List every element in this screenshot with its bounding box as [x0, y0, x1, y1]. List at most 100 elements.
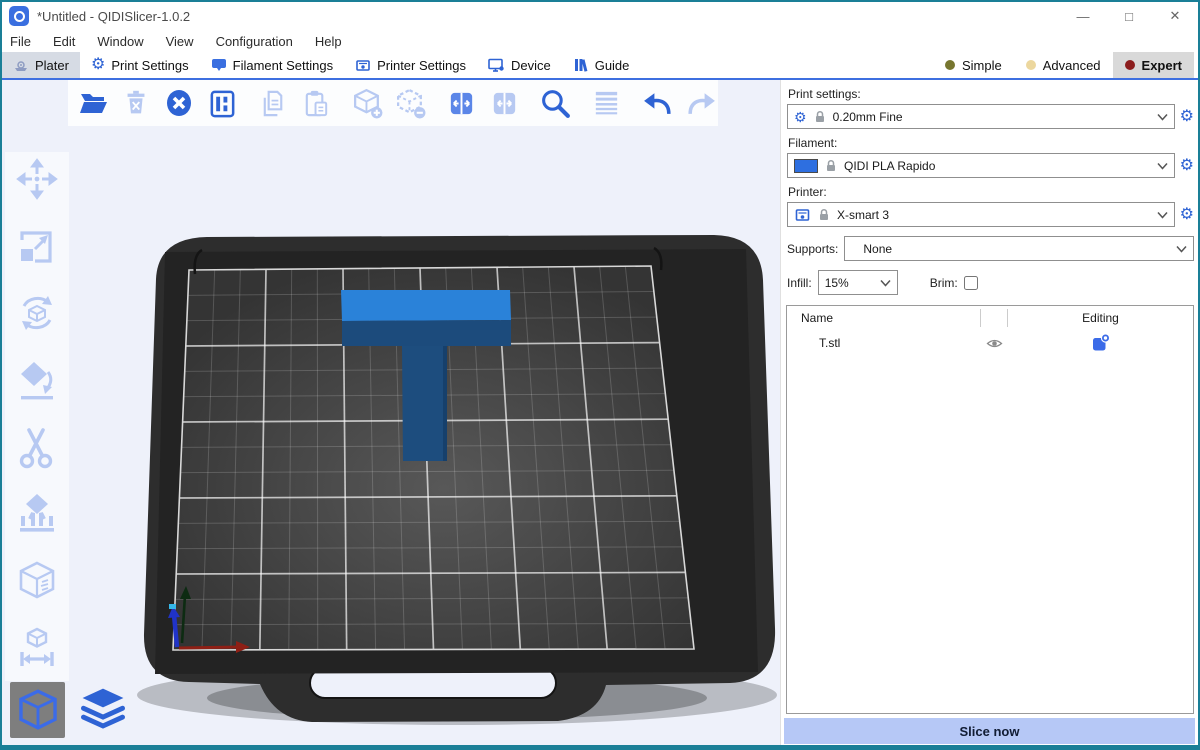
variable-layer-height-button[interactable] — [590, 86, 624, 121]
scale-tool-button[interactable] — [14, 223, 60, 269]
paint-supports-tool-button[interactable] — [14, 491, 60, 537]
supports-value: None — [863, 242, 892, 256]
preview-view-button[interactable] — [75, 682, 130, 738]
menu-edit[interactable]: Edit — [53, 34, 75, 49]
printer-icon — [355, 57, 371, 73]
printer-combo[interactable]: X-smart 3 — [787, 202, 1175, 227]
object-list-header: Name Editing — [787, 306, 1193, 330]
filament-combo[interactable]: QIDI PLA Rapido — [787, 153, 1175, 178]
split-to-objects-button[interactable] — [445, 86, 479, 121]
rotate-tool-button[interactable] — [14, 290, 60, 336]
infill-combo[interactable]: 15% — [818, 270, 898, 295]
supports-label: Supports: — [787, 242, 838, 256]
tab-plater[interactable]: Plater — [2, 52, 80, 78]
title-bar: *Untitled - QIDISlicer-1.0.2 — □ ✕ — [2, 2, 1198, 30]
close-button[interactable]: ✕ — [1152, 2, 1198, 30]
print-bed-scene[interactable] — [2, 80, 780, 745]
menu-view[interactable]: View — [166, 34, 194, 49]
minimize-button[interactable]: — — [1060, 2, 1106, 30]
tab-print-settings[interactable]: ⚙ Print Settings — [80, 52, 200, 78]
filament-value: QIDI PLA Rapido — [844, 159, 935, 173]
mode-switcher: Simple Advanced Expert — [933, 52, 1198, 78]
print-settings-label: Print settings: — [788, 87, 1198, 101]
seam-tool-button[interactable] — [14, 558, 60, 604]
mode-expert[interactable]: Expert — [1113, 52, 1194, 78]
lock-icon — [818, 208, 830, 221]
name-column-header: Name — [787, 311, 980, 325]
menu-configuration[interactable]: Configuration — [216, 34, 293, 49]
copy-button[interactable] — [256, 86, 290, 121]
delete-all-button[interactable] — [162, 86, 196, 121]
edit-print-settings-button[interactable]: ⚙ — [1180, 109, 1194, 125]
device-icon — [488, 57, 505, 73]
simple-dot-icon — [945, 60, 955, 70]
infill-label: Infill: — [787, 276, 812, 290]
redo-button[interactable] — [684, 86, 718, 121]
tab-guide[interactable]: Guide — [562, 52, 641, 78]
filament-icon — [211, 57, 227, 73]
split-to-parts-button[interactable] — [488, 86, 522, 121]
brim-checkbox[interactable] — [964, 276, 978, 290]
view-mode-switcher — [10, 682, 130, 738]
lock-icon — [814, 110, 826, 123]
object-list-row[interactable]: T.stl — [787, 330, 1193, 356]
chevron-down-icon — [880, 279, 891, 287]
edit-filament-button[interactable]: ⚙ — [1180, 158, 1194, 174]
chevron-down-icon — [1157, 113, 1168, 121]
add-instance-button[interactable] — [350, 86, 384, 121]
tab-printer-settings[interactable]: Printer Settings — [344, 52, 477, 78]
mode-simple[interactable]: Simple — [933, 52, 1014, 78]
remove-instance-button[interactable] — [394, 86, 428, 121]
menu-file[interactable]: File — [10, 34, 31, 49]
tab-filament-settings[interactable]: Filament Settings — [200, 52, 344, 78]
guide-books-icon — [573, 57, 589, 73]
paste-button[interactable] — [299, 86, 333, 121]
visibility-eye-icon[interactable] — [980, 336, 1008, 351]
chevron-down-icon — [1157, 211, 1168, 219]
advanced-dot-icon — [1026, 60, 1036, 70]
printer-small-icon — [794, 207, 811, 223]
filament-label: Filament: — [788, 136, 1198, 150]
brim-label: Brim: — [930, 276, 958, 290]
app-window: *Untitled - QIDISlicer-1.0.2 — □ ✕ File … — [0, 0, 1200, 750]
maximize-button[interactable]: □ — [1106, 2, 1152, 30]
search-button[interactable] — [539, 86, 573, 121]
chevron-down-icon — [1176, 245, 1187, 253]
expert-dot-icon — [1125, 60, 1135, 70]
3d-viewport[interactable] — [2, 80, 780, 745]
main-toolbar — [68, 80, 718, 126]
menu-bar: File Edit Window View Configuration Help — [2, 30, 1198, 52]
gizmo-toolbar — [5, 152, 69, 681]
measure-tool-button[interactable] — [14, 625, 60, 671]
window-title: *Untitled - QIDISlicer-1.0.2 — [37, 9, 190, 24]
editing-column-header: Editing — [1008, 311, 1193, 325]
supports-combo[interactable]: None — [844, 236, 1194, 261]
arrange-button[interactable] — [205, 86, 239, 121]
3d-cube-icon — [15, 686, 61, 734]
move-tool-button[interactable] — [14, 156, 60, 202]
place-on-face-tool-button[interactable] — [14, 357, 60, 403]
mode-advanced[interactable]: Advanced — [1014, 52, 1113, 78]
menu-help[interactable]: Help — [315, 34, 342, 49]
edit-printer-button[interactable]: ⚙ — [1180, 207, 1194, 223]
settings-sidebar: Print settings: ⚙ 0.20mm Fine ⚙ Filament… — [780, 80, 1198, 745]
print-settings-combo[interactable]: ⚙ 0.20mm Fine — [787, 104, 1175, 129]
tab-device[interactable]: Device — [477, 52, 562, 78]
edit-object-icon[interactable] — [1008, 334, 1193, 352]
object-name: T.stl — [787, 336, 980, 350]
printer-label: Printer: — [788, 185, 1198, 199]
cut-tool-button[interactable] — [14, 424, 60, 470]
open-file-button[interactable] — [76, 86, 110, 121]
chevron-down-icon — [1157, 162, 1168, 170]
printer-value: X-smart 3 — [837, 208, 889, 222]
slice-now-button[interactable]: Slice now — [784, 718, 1195, 744]
lock-icon — [825, 159, 837, 172]
plater-icon — [13, 57, 29, 73]
menu-window[interactable]: Window — [97, 34, 143, 49]
undo-button[interactable] — [641, 86, 675, 121]
infill-value: 15% — [825, 276, 849, 290]
editor-view-button[interactable] — [10, 682, 65, 738]
layers-icon — [78, 686, 128, 734]
delete-button[interactable] — [119, 86, 153, 121]
print-settings-value: 0.20mm Fine — [833, 110, 903, 124]
